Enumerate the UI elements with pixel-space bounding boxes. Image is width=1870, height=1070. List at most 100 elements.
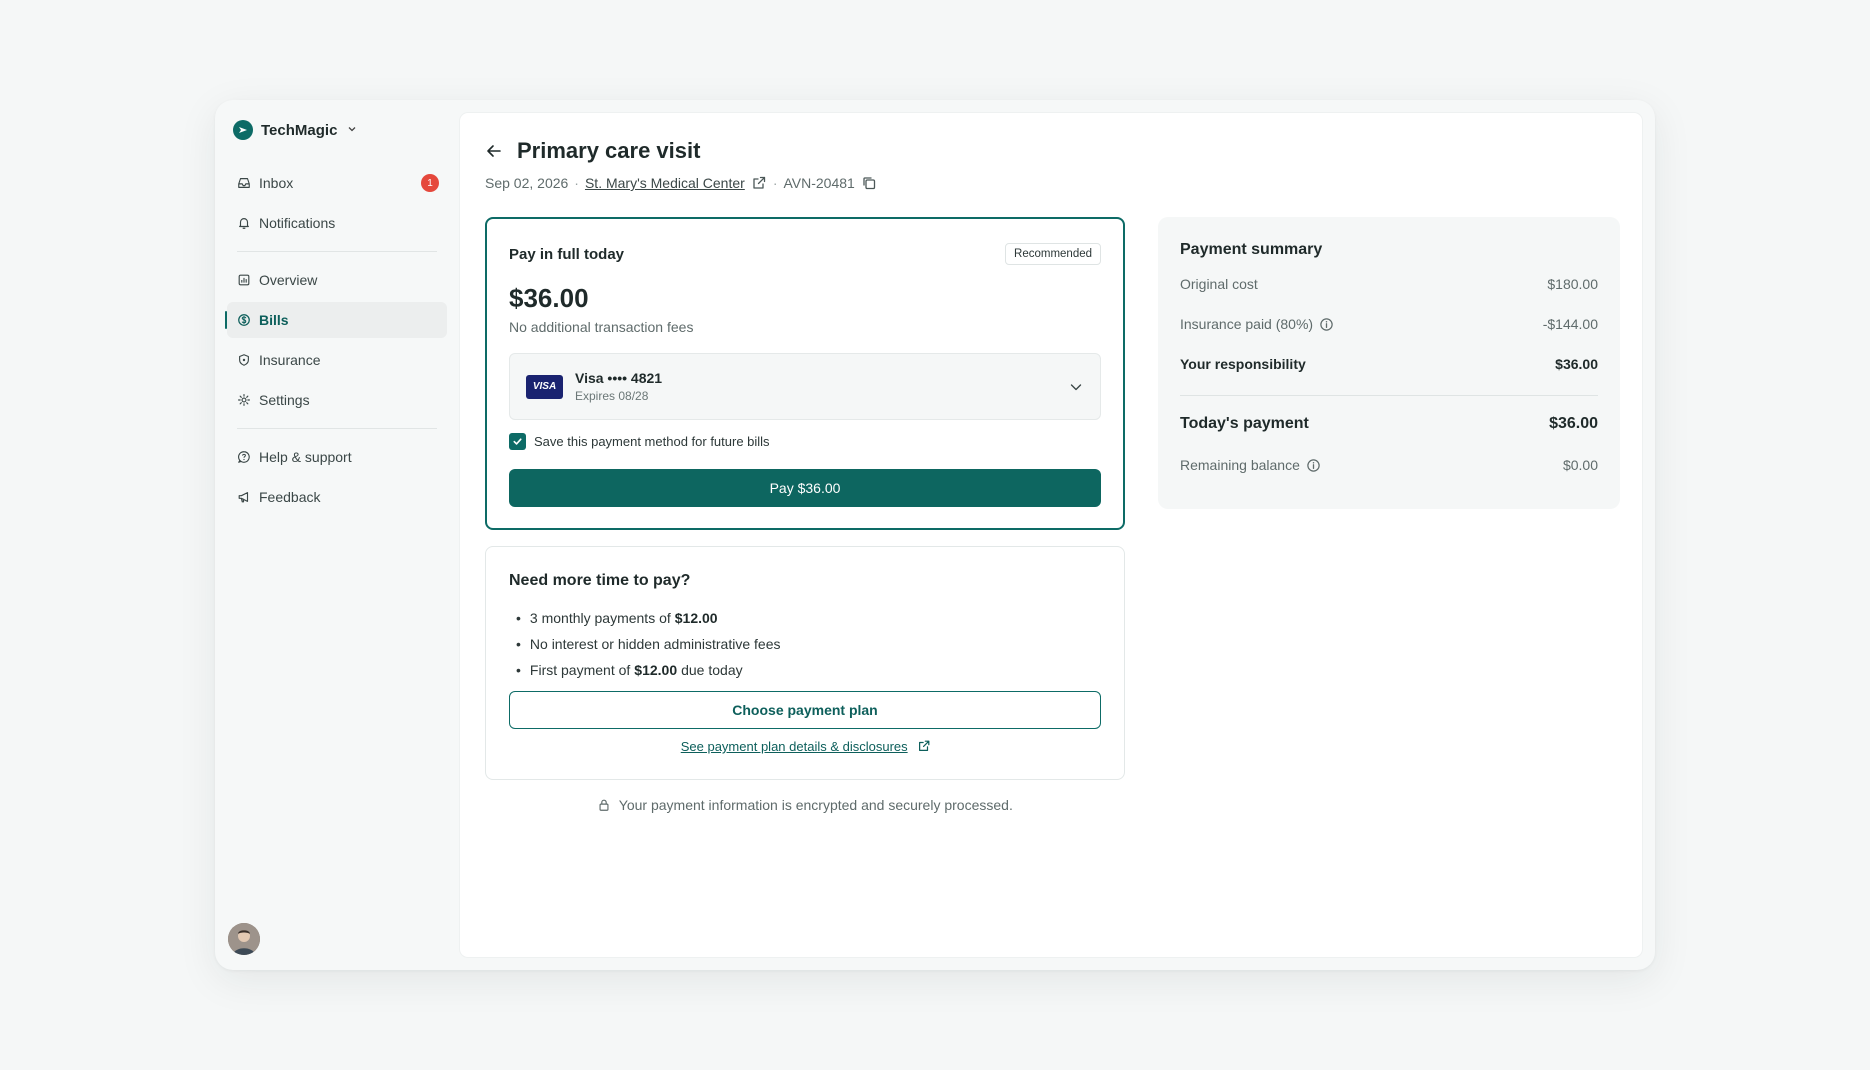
sidebar-divider [237, 428, 437, 429]
info-icon[interactable] [1306, 458, 1321, 473]
summary-value: -$144.00 [1542, 316, 1598, 332]
sidebar-item-settings[interactable]: Settings [227, 382, 447, 418]
user-avatar[interactable] [228, 923, 260, 955]
dollar-circle-icon [238, 314, 250, 326]
chevron-down-icon [1070, 383, 1082, 390]
summary-label-text: Remaining balance [1180, 457, 1300, 473]
summary-value: $180.00 [1547, 276, 1598, 292]
brand-name: TechMagic [261, 121, 338, 139]
security-note-text: Your payment information is encrypted an… [618, 797, 1013, 813]
summary-label: Insurance paid (80%) [1180, 316, 1334, 332]
sidebar-item-label: Notifications [259, 215, 336, 231]
benefit-amount: $12.00 [674, 610, 718, 626]
card-expiry: Expires 08/28 [575, 389, 649, 403]
avatar-person-icon [228, 923, 260, 955]
save-method-label: Save this payment method for future bill… [534, 434, 770, 449]
provider-link[interactable]: St. Mary's Medical Center [585, 175, 745, 191]
summary-value: $0.00 [1562, 457, 1598, 473]
external-link-icon[interactable] [751, 175, 767, 191]
gear-icon [238, 394, 250, 406]
inbox-icon [238, 178, 250, 188]
plan-details-link-text[interactable]: See payment plan details & disclosures [681, 739, 908, 754]
summary-row-remaining: Remaining balance $0.00 [1180, 457, 1598, 473]
checkmark-icon [513, 438, 522, 445]
account-number: AVN-20481 [783, 175, 855, 191]
visit-date: Sep 02, 2026 [485, 175, 569, 191]
sidebar-item-overview[interactable]: Overview [227, 262, 447, 298]
workspace-switcher[interactable]: TechMagic [233, 120, 357, 140]
payment-plan-benefits: 3 monthly payments of$12.00 No interest … [516, 605, 781, 683]
summary-value: $36.00 [1555, 356, 1598, 372]
summary-label: Today's payment [1180, 415, 1309, 432]
summary-label-text: Insurance paid (80%) [1180, 316, 1314, 332]
page-title: Primary care visit [517, 138, 701, 163]
summary-label: Remaining balance [1180, 457, 1321, 473]
sidebar-item-label: Help & support [259, 449, 352, 465]
main-panel: Primary care visit Sep 02, 2026 · St. Ma… [460, 113, 1642, 957]
app-window: TechMagic Inbox 1 Notifications Overview [215, 100, 1655, 970]
sidebar-item-feedback[interactable]: Feedback [227, 479, 447, 515]
save-method-checkbox[interactable] [509, 433, 526, 450]
list-item: First payment of$12.00due today [516, 657, 780, 683]
payment-summary-title: Payment summary [1180, 241, 1323, 258]
bill-meta: Sep 02, 2026 · St. Mary's Medical Center… [485, 175, 877, 191]
save-payment-method-row[interactable]: Save this payment method for future bill… [509, 433, 770, 450]
benefit-text: First payment of [529, 662, 631, 678]
info-icon[interactable] [1319, 317, 1334, 332]
security-note: Your payment information is encrypted an… [485, 797, 1125, 813]
summary-row-insurance: Insurance paid (80%) -$144.00 [1180, 316, 1598, 332]
sidebar-item-label: Settings [259, 392, 310, 408]
summary-divider [1180, 395, 1598, 396]
benefit-text: due today [681, 662, 743, 678]
pay-amount: $36.00 [509, 283, 589, 313]
lock-icon [599, 799, 609, 811]
card-name: Visa •••• 4821 [575, 370, 663, 386]
sidebar-item-label: Bills [259, 312, 289, 328]
megaphone-icon [238, 492, 249, 503]
sidebar-item-label: Insurance [259, 352, 321, 368]
brand-logo-icon [233, 120, 253, 140]
pay-button[interactable]: Pay $36.00 [509, 469, 1101, 507]
visa-logo-icon: VISA [526, 374, 563, 399]
bell-icon [239, 218, 249, 229]
payment-method-details: Visa •••• 4821 Expires 08/28 [575, 370, 662, 403]
chevron-down-icon [347, 124, 357, 137]
list-item: 3 monthly payments of$12.00 [516, 605, 780, 631]
sidebar: TechMagic Inbox 1 Notifications Overview [215, 100, 460, 970]
summary-label: Original cost [1180, 276, 1258, 292]
payment-plan-title: Need more time to pay? [509, 572, 691, 589]
summary-row-original: Original cost $180.00 [1180, 276, 1598, 292]
summary-value: $36.00 [1549, 415, 1598, 432]
benefit-text: No interest or hidden administrative fee… [529, 636, 781, 652]
payment-method-select[interactable]: VISA Visa •••• 4821 Expires 08/28 [509, 353, 1101, 420]
summary-row-today: Today's payment $36.00 [1180, 415, 1598, 433]
chart-icon [238, 274, 250, 286]
help-icon [237, 451, 250, 463]
plan-details-link[interactable]: See payment plan details & disclosures [486, 739, 1126, 754]
sidebar-item-help[interactable]: Help & support [227, 439, 447, 475]
payment-plan-card: Need more time to pay? 3 monthly payment… [485, 546, 1125, 780]
sidebar-item-label: Overview [259, 272, 318, 288]
summary-label: Your responsibility [1180, 356, 1306, 372]
nav-primary: Inbox 1 Notifications Overview Bills Ins… [225, 165, 447, 519]
list-item: No interest or hidden administrative fee… [516, 631, 781, 657]
pay-in-full-header: Pay in full today Recommended [509, 243, 1101, 265]
separator-dot: · [574, 175, 579, 191]
sidebar-divider [237, 251, 437, 252]
back-arrow-icon[interactable] [485, 142, 503, 160]
copy-icon[interactable] [861, 175, 877, 191]
page-header: Primary care visit [485, 138, 700, 164]
unread-badge: 1 [421, 174, 439, 192]
sidebar-item-notifications[interactable]: Notifications [227, 205, 447, 241]
sidebar-item-inbox[interactable]: Inbox 1 [227, 165, 447, 201]
sidebar-item-insurance[interactable]: Insurance [227, 342, 447, 378]
benefit-amount: $12.00 [634, 662, 678, 678]
sidebar-item-label: Feedback [259, 489, 321, 505]
sidebar-item-bills[interactable]: Bills [225, 302, 447, 338]
external-link-icon [919, 740, 930, 751]
recommended-badge: Recommended [1005, 243, 1101, 265]
choose-payment-plan-button[interactable]: Choose payment plan [509, 691, 1101, 729]
shield-icon [239, 354, 249, 366]
sidebar-item-label: Inbox [259, 175, 294, 191]
pay-in-full-title: Pay in full today [509, 245, 625, 263]
